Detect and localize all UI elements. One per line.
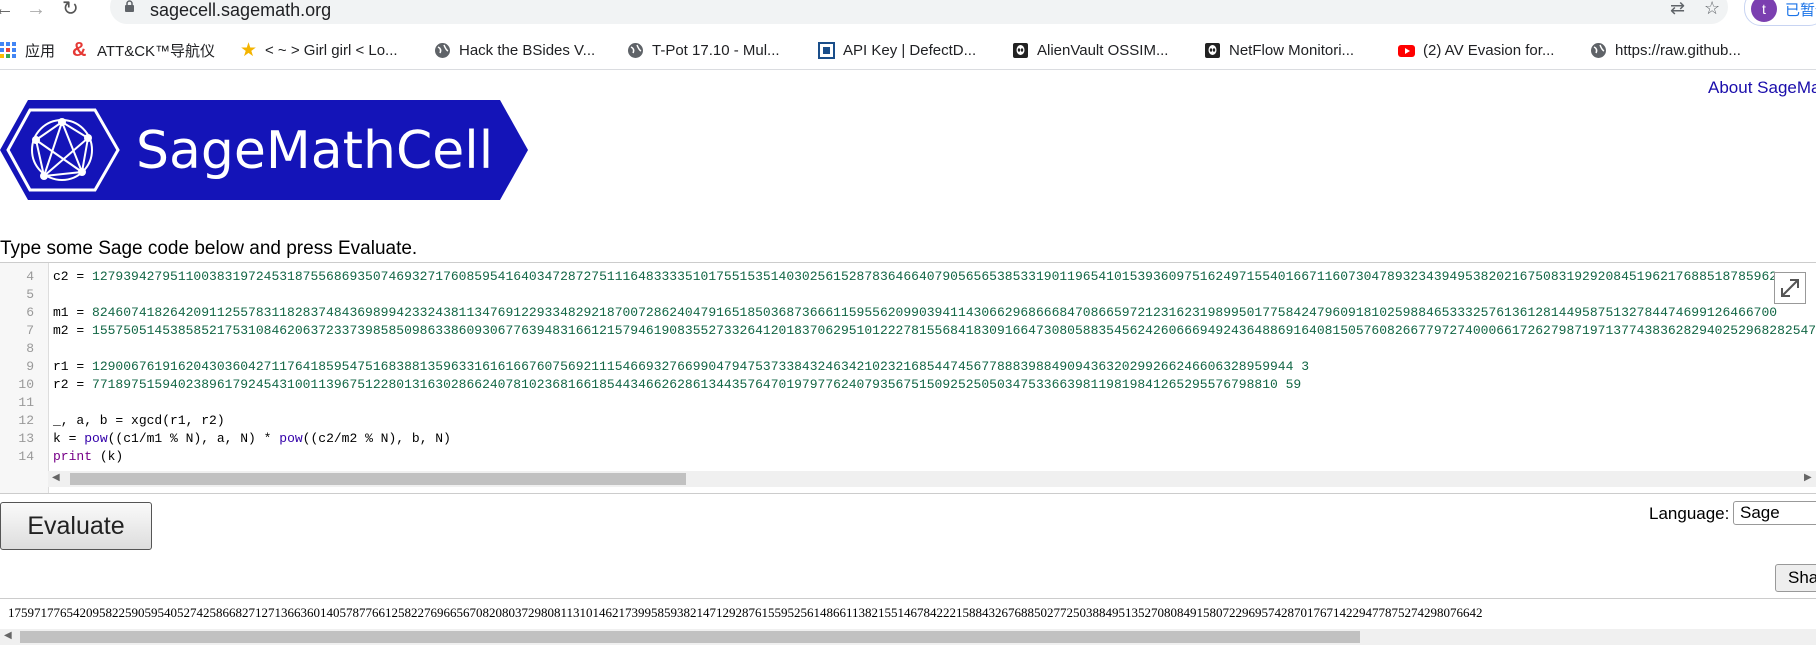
bookmarks-bar: 应用 & ATT&CK™导航仪 ★ < ~ > Girl girl < Lo..… (0, 29, 1816, 70)
bookmark-label: AlienVault OSSIM... (1037, 41, 1169, 59)
bookmark-label: ATT&CK™导航仪 (97, 42, 216, 60)
reload-icon[interactable]: ↻ (62, 0, 79, 19)
bookmark-label: < ~ > Girl girl < Lo... (265, 41, 398, 59)
code-line[interactable]: r1 = 12900676191620430360427117641859547… (53, 358, 1309, 376)
globe-icon (435, 42, 450, 58)
line-number: 14 (18, 449, 34, 464)
code-line[interactable]: c2 = 12793942795110038319724531875568693… (53, 268, 1777, 286)
lock-icon (125, 0, 134, 12)
bookmark-label: 应用 (25, 42, 56, 60)
youtube-icon (1398, 44, 1415, 57)
profile-status-label: 已暂停 (1785, 2, 1816, 19)
bookmark-apps[interactable]: 应用 (0, 39, 55, 61)
alien-icon (1013, 42, 1028, 58)
code-line-partial: c1 = 30000347182749619038126748917450127… (53, 263, 919, 267)
logo-text: SageMathCell (136, 121, 493, 181)
about-sagemathcell-link[interactable]: About SageMathCell (1708, 78, 1816, 98)
avatar: t (1751, 0, 1777, 22)
code-editor[interactable]: c1 = 30000347182749619038126748917450127… (0, 262, 1816, 494)
bookmark-tpot[interactable]: T-Pot 17.10 - Mul... (627, 39, 780, 61)
scrollbar-thumb[interactable] (20, 631, 1360, 643)
code-line[interactable]: r2 = 77189751594023896179245431001139675… (53, 376, 1301, 394)
line-number: 5 (26, 287, 34, 302)
output-horizontal-scrollbar[interactable]: ◀ (0, 629, 1816, 645)
ampersand-icon: & (72, 38, 87, 61)
defectdojo-icon (818, 41, 835, 59)
url-text[interactable]: sagecell.sagemath.org (150, 0, 331, 21)
logo-graphic: SageMathCell (0, 100, 528, 200)
bookmark-raw-github[interactable]: https://raw.github... (1590, 39, 1741, 61)
line-number: 13 (18, 431, 34, 446)
apps-grid-icon (0, 41, 16, 58)
scroll-left-arrow-icon[interactable]: ◀ (52, 472, 60, 483)
bookmark-label: NetFlow Monitori... (1229, 41, 1355, 59)
bookmark-alienvault[interactable]: AlienVault OSSIM... (1012, 39, 1168, 61)
bookmark-label: (2) AV Evasion for... (1423, 41, 1555, 59)
bookmark-youtube[interactable]: (2) AV Evasion for... (1398, 39, 1554, 61)
bookmark-netflow[interactable]: NetFlow Monitori... (1204, 39, 1354, 61)
scroll-right-arrow-icon[interactable]: ▶ (1804, 472, 1812, 483)
line-number: 11 (18, 395, 34, 410)
language-select[interactable]: Sage (1733, 501, 1816, 525)
translate-icon[interactable]: ⇄ (1670, 0, 1685, 19)
browser-toolbar: ← → ↻ sagecell.sagemath.org ⇄ ☆ t 已暂停 (0, 0, 1816, 26)
bookmark-star-icon[interactable]: ☆ (1704, 0, 1720, 19)
sagemathcell-logo[interactable]: SageMathCell (0, 100, 530, 200)
bookmark-label: Hack the BSides V... (459, 41, 596, 59)
output-area: 1759717765420958225905954052742586682712… (0, 598, 1816, 645)
line-number: 9 (26, 359, 34, 374)
bookmark-label: API Key | DefectD... (843, 41, 977, 59)
share-button[interactable]: Share (1775, 564, 1816, 592)
star-icon: ★ (240, 39, 258, 61)
back-arrow-icon[interactable]: ← (0, 0, 14, 19)
bookmark-attck[interactable]: & ATT&CK™导航仪 (72, 39, 215, 61)
editor-horizontal-scrollbar[interactable]: ◀ ▶ (48, 471, 1816, 487)
code-line[interactable]: _, a, b = xgcd(r1, r2) (53, 412, 225, 430)
code-line[interactable]: print (k) (53, 448, 123, 466)
expand-arrows-icon (1781, 279, 1799, 297)
bookmark-label: T-Pot 17.10 - Mul... (652, 41, 780, 59)
bookmark-girl[interactable]: ★ < ~ > Girl girl < Lo... (240, 39, 398, 61)
instructions-text: Type some Sage code below and press Eval… (0, 238, 418, 259)
language-label: Language: (1649, 504, 1730, 523)
output-text: 1759717765420958225905954052742586682712… (8, 605, 1483, 620)
expand-editor-button[interactable] (1774, 272, 1806, 304)
address-bar[interactable]: sagecell.sagemath.org ⇄ ☆ (110, 0, 1728, 24)
code-line[interactable]: m1 = 82460741826420911255783118283748436… (53, 304, 1777, 322)
bookmark-defectdojo[interactable]: API Key | DefectD... (818, 39, 976, 61)
line-number: 4 (26, 269, 34, 284)
line-number: 10 (18, 377, 34, 392)
forward-arrow-icon[interactable]: → (26, 0, 46, 19)
line-number: 7 (26, 323, 34, 338)
line-number: 6 (26, 305, 34, 320)
profile-button[interactable]: t 已暂停 (1744, 0, 1816, 26)
code-line[interactable]: k = pow((c1/m1 % N), a, N) * pow((c2/m2 … (53, 430, 451, 448)
bookmark-hack-bsides[interactable]: Hack the BSides V... (434, 39, 595, 61)
bookmark-label: https://raw.github... (1615, 41, 1741, 59)
scroll-left-arrow-icon[interactable]: ◀ (4, 630, 12, 641)
line-number: 8 (26, 341, 34, 356)
alien-icon (1205, 42, 1220, 58)
globe-icon (1591, 42, 1606, 58)
evaluate-button[interactable]: Evaluate (0, 502, 152, 550)
line-number: 12 (18, 413, 34, 428)
scrollbar-thumb[interactable] (70, 473, 686, 485)
code-line[interactable]: m2 = 15575051453858521753108462063723373… (53, 322, 1816, 340)
globe-icon (628, 42, 643, 58)
